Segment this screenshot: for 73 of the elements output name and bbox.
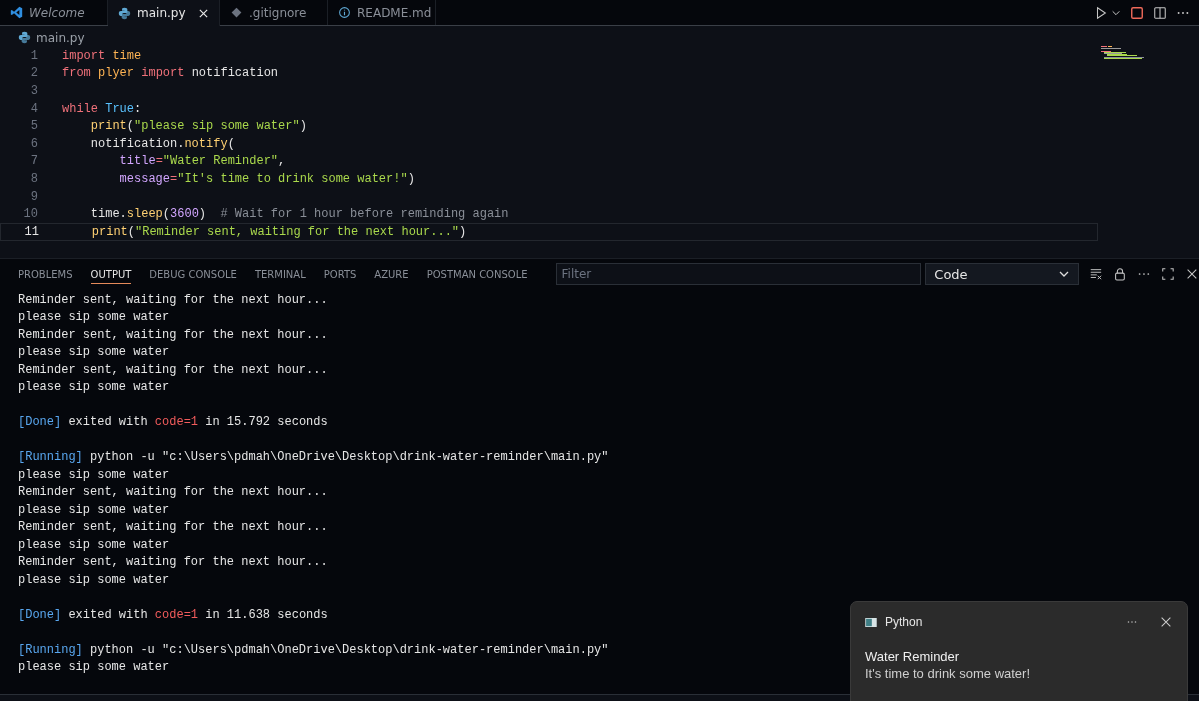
app-name: Python bbox=[885, 615, 923, 629]
output-line: [Running] python -u "c:\Users\pdmah\OneDrive\Desktop\drink-water-reminder\main.py" bbox=[18, 450, 609, 465]
code-line: notification.notify( bbox=[89, 136, 235, 151]
line-number: 3 bbox=[29, 84, 38, 98]
line-number: 1 bbox=[29, 48, 38, 63]
split-editor-icon[interactable] bbox=[1153, 5, 1167, 20]
output-line: [Done] exited with code=1 in 11.638 seconds bbox=[18, 607, 328, 622]
panel-tab[interactable]: PROBLEMS bbox=[18, 264, 73, 284]
code-line: print("please sip some water") bbox=[89, 119, 307, 134]
close-icon[interactable] bbox=[198, 7, 209, 19]
output-line: Reminder sent, waiting for the next hour... bbox=[18, 485, 328, 500]
code-line: time.sleep(3600) # Wait for 1 hour before reminding again bbox=[89, 207, 509, 222]
code-line: message="It's time to drink some water!") bbox=[118, 171, 415, 186]
panel-tab[interactable]: POSTMAN CONSOLE bbox=[426, 264, 528, 284]
output-channel-dropdown[interactable]: Code bbox=[925, 263, 1080, 285]
panel-tab[interactable]: AZURE bbox=[374, 264, 409, 284]
code-line: import time bbox=[62, 48, 142, 63]
tab-label: main.py bbox=[137, 6, 186, 20]
filter-field[interactable]: Filter bbox=[555, 263, 922, 285]
lock-icon[interactable] bbox=[1113, 267, 1128, 281]
code-line: title="Water Reminder", bbox=[118, 154, 286, 169]
output-line: please sip some water bbox=[18, 572, 170, 587]
output-line: please sip some water bbox=[18, 502, 170, 517]
line-number: 6 bbox=[29, 136, 38, 151]
python-icon bbox=[18, 31, 31, 44]
line-number: 4 bbox=[29, 101, 38, 116]
stop-icon[interactable] bbox=[1130, 5, 1144, 20]
breadcrumb[interactable]: main.py bbox=[36, 30, 85, 45]
vscode-logo-icon bbox=[10, 6, 23, 19]
output-line: please sip some water bbox=[18, 380, 170, 395]
maximize-icon[interactable] bbox=[1161, 267, 1176, 281]
python-icon bbox=[118, 6, 131, 20]
line-number: 11 bbox=[23, 224, 39, 239]
output-line: Reminder sent, waiting for the next hour... bbox=[18, 292, 328, 307]
editor-tab[interactable]: README.md bbox=[328, 0, 436, 25]
output-line: please sip some water bbox=[18, 467, 170, 482]
output-line: please sip some water bbox=[18, 537, 170, 552]
output-line: [Done] exited with code=1 in 15.792 seconds bbox=[18, 415, 328, 430]
output-line: Reminder sent, waiting for the next hour... bbox=[18, 520, 328, 535]
line-number: 7 bbox=[29, 154, 38, 169]
line-number: 9 bbox=[29, 189, 38, 204]
tab-label: .gitignore bbox=[249, 5, 307, 20]
diamond-icon bbox=[230, 6, 243, 19]
app-icon bbox=[865, 617, 877, 627]
run-icon[interactable] bbox=[1094, 5, 1108, 20]
output-line: please sip some water bbox=[18, 345, 170, 360]
panel-tab[interactable]: DEBUG CONSOLE bbox=[149, 264, 237, 284]
clear-output-icon[interactable] bbox=[1089, 267, 1104, 281]
line-number: 10 bbox=[22, 207, 38, 222]
tab-label: README.md bbox=[357, 5, 432, 20]
output-line: [Running] python -u "c:\Users\pdmah\OneDrive\Desktop\drink-water-reminder\main.py" bbox=[18, 642, 609, 657]
panel-tab[interactable]: OUTPUT bbox=[90, 264, 132, 284]
panel-tab[interactable]: PORTS bbox=[323, 264, 357, 284]
output-line: Reminder sent, waiting for the next hour... bbox=[18, 327, 328, 342]
editor-tab[interactable]: main.py bbox=[108, 0, 220, 26]
editor-tab[interactable]: .gitignore bbox=[220, 0, 328, 25]
line-number: 2 bbox=[29, 66, 38, 81]
output-line: Reminder sent, waiting for the next hour... bbox=[18, 555, 328, 570]
tab-label: Welcome bbox=[29, 5, 85, 20]
code-line: while True: bbox=[62, 101, 142, 116]
output-line: please sip some water bbox=[18, 310, 170, 325]
notification-message: It's time to drink some water! bbox=[865, 665, 1032, 682]
line-number: 5 bbox=[29, 119, 38, 134]
output-line: Reminder sent, waiting for the next hour... bbox=[18, 362, 328, 377]
line-number: 8 bbox=[29, 171, 38, 186]
close-icon[interactable] bbox=[1159, 615, 1173, 629]
notification-title: Water Reminder bbox=[865, 648, 961, 665]
panel-tab[interactable]: TERMINAL bbox=[254, 264, 306, 284]
code-line: from plyer import notification bbox=[62, 66, 279, 81]
close-icon[interactable] bbox=[1185, 267, 1199, 281]
code-line: print("Reminder sent, waiting for the next hour...") bbox=[90, 224, 467, 239]
info-icon bbox=[338, 6, 351, 19]
output-line: please sip some water bbox=[18, 660, 170, 675]
